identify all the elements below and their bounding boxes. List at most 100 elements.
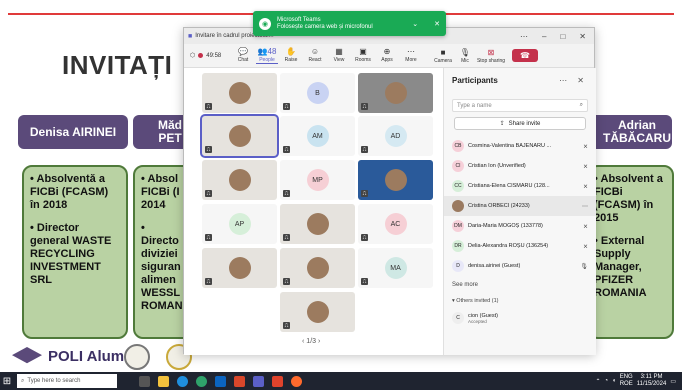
volume-icon[interactable]: ◖ bbox=[612, 378, 616, 384]
video-tile[interactable]: ⎍ bbox=[280, 204, 355, 244]
network-icon[interactable]: ◔ bbox=[604, 378, 608, 384]
mic-muted-icon: ⎍ bbox=[205, 278, 212, 285]
mic-button[interactable]: 🎙 Mic bbox=[454, 48, 476, 64]
video-tile[interactable]: ⎍ bbox=[280, 292, 355, 332]
see-more-link[interactable]: See more bbox=[444, 276, 596, 294]
participant-row[interactable]: CB Cosmina-Valentina BĂJENARU ... ⨯ bbox=[444, 136, 596, 156]
tray-chevron-icon[interactable]: ⌃ bbox=[595, 378, 600, 385]
participant-list: CB Cosmina-Valentina BĂJENARU ... ⨯ CI Crist… bbox=[444, 136, 596, 276]
video-tile[interactable]: ⎍ bbox=[280, 248, 355, 288]
video-tile[interactable]: ⎍ bbox=[358, 73, 433, 113]
avatar: MP bbox=[306, 169, 329, 191]
participant-row[interactable]: Ddenisa.airinei (Guest) 🎙 bbox=[444, 256, 596, 276]
video-tile[interactable]: AP ⎍ bbox=[202, 204, 277, 244]
tool-apps-button[interactable]: ⊕ Apps bbox=[376, 47, 398, 64]
meeting-timer: 49:58 bbox=[206, 52, 222, 59]
gallery-pager[interactable]: ‹ 1/3 › bbox=[302, 338, 320, 345]
avatar bbox=[384, 82, 407, 104]
file-explorer-icon[interactable] bbox=[158, 375, 169, 387]
leave-button[interactable]: ☎ bbox=[512, 49, 538, 62]
invited-participant[interactable]: C cion (Guest) Accepted bbox=[444, 308, 596, 328]
tool-view-button[interactable]: ▦ View bbox=[328, 47, 350, 64]
video-tile[interactable]: ⎍ bbox=[200, 114, 279, 158]
avatar bbox=[228, 82, 251, 104]
video-tile[interactable]: B ⎍ bbox=[280, 73, 355, 113]
avatar bbox=[384, 169, 407, 191]
participant-name: Daria-Maria MOGOȘ (133778) bbox=[468, 223, 543, 229]
taskbar-search-placeholder: Type here to search bbox=[27, 378, 81, 384]
video-tile[interactable]: AD ⎍ bbox=[358, 116, 433, 156]
tool-more-button[interactable]: ⋯ More bbox=[400, 47, 422, 64]
mic-muted-icon: ⨯ bbox=[582, 243, 588, 250]
guest-info-2-line-1: • Absol FICBi (I 2014 bbox=[141, 173, 180, 211]
camera-button[interactable]: ■ Camera bbox=[432, 48, 454, 64]
edge-icon[interactable] bbox=[177, 375, 188, 387]
task-view-icon[interactable] bbox=[139, 375, 150, 387]
lang-code: ENG bbox=[619, 374, 633, 380]
stop-sharing-button[interactable]: ⊠ Stop sharing bbox=[476, 48, 506, 64]
video-tile[interactable]: AC ⎍ bbox=[358, 204, 433, 244]
avatar: CC bbox=[452, 180, 464, 192]
record-indicator-icon bbox=[198, 53, 204, 58]
participant-row[interactable]: DM Daria-Maria MOGOȘ (133778) ⨯ bbox=[444, 216, 596, 236]
more-icon[interactable]: ⋯ bbox=[520, 32, 528, 41]
guest-info-1-line-1: • Absolventă a FICBi (FCASM) în 2018 bbox=[30, 173, 109, 211]
tool-chat-button[interactable]: 💬 Chat bbox=[232, 47, 254, 64]
more-icon[interactable]: ⋯ bbox=[582, 203, 588, 210]
tool-label: Chat bbox=[237, 57, 249, 63]
participant-name: Delia-Alexandra ROȘU (136254) bbox=[468, 243, 549, 249]
taskbar-search-input[interactable]: ⌕ Type here to search bbox=[17, 374, 117, 388]
tool-label: Apps bbox=[381, 57, 393, 63]
guest-info-2-line-2: • Directo diviziei siguran alimen WESSL … bbox=[141, 222, 183, 312]
participant-name: Cosmina-Valentina BĂJENARU ... bbox=[468, 143, 552, 149]
chevron-right-icon[interactable]: › bbox=[318, 338, 320, 345]
video-tile[interactable]: ⎍ bbox=[358, 160, 433, 200]
windows-start-icon[interactable]: ⊞ bbox=[0, 372, 14, 390]
clock[interactable]: 3:11 PM 11/15/2024 bbox=[637, 374, 667, 388]
notification-icon[interactable]: ▭ bbox=[670, 378, 676, 385]
guest-info-1-line-2: • Director general WASTE RECYCLING INVES… bbox=[30, 222, 112, 286]
firefox-icon[interactable] bbox=[291, 375, 302, 387]
participant-row[interactable]: Cristina ORBECI (24233) ⋯ bbox=[444, 196, 596, 216]
teams-icon[interactable] bbox=[253, 375, 264, 387]
participant-row[interactable]: DR Delia-Alexandra ROȘU (136254) ⨯ bbox=[444, 236, 596, 256]
participant-search-input[interactable]: Type a name ⌕ bbox=[452, 99, 588, 112]
video-tile[interactable]: ⎍ bbox=[202, 73, 277, 113]
participant-row[interactable]: CC Cristiana-Elena CISMARU (128... ⨯ bbox=[444, 176, 596, 196]
chevron-left-icon[interactable]: ‹ bbox=[302, 338, 304, 345]
close-icon[interactable]: ✕ bbox=[434, 20, 440, 28]
lang-indicator[interactable]: ENG ROE bbox=[620, 374, 633, 388]
minimize-icon[interactable]: – bbox=[542, 32, 546, 41]
powerpoint-icon[interactable] bbox=[234, 375, 245, 387]
close-icon[interactable]: ✕ bbox=[579, 32, 586, 41]
others-invited-toggle[interactable]: ▾ Others invited (1) bbox=[444, 294, 596, 308]
chrome-icon[interactable] bbox=[196, 375, 207, 387]
poli-alumni-logo: POLI Alumni bbox=[12, 347, 137, 365]
video-tile[interactable]: ⎍ bbox=[202, 160, 277, 200]
mic-muted-icon: 🎙 bbox=[580, 263, 588, 270]
tool-react-button[interactable]: ☺ React bbox=[304, 47, 326, 64]
tool-people-button[interactable]: 👥48 People bbox=[256, 47, 278, 64]
chevron-down-icon[interactable]: ⌄ bbox=[412, 20, 418, 28]
view-icon: ▦ bbox=[335, 47, 343, 56]
video-tile[interactable]: ⎍ bbox=[202, 248, 277, 288]
video-tile[interactable]: MA ⎍ bbox=[358, 248, 433, 288]
avatar: AC bbox=[384, 213, 407, 235]
panel-close-icon[interactable]: ⋯ ✕ bbox=[559, 76, 588, 85]
mic-icon: 🎙 bbox=[459, 47, 471, 57]
outlook-icon[interactable] bbox=[215, 375, 226, 387]
recording-timer: ⬡ 49:58 bbox=[190, 52, 232, 60]
pinned-apps bbox=[139, 375, 302, 387]
tool-rooms-button[interactable]: ▣ Rooms bbox=[352, 47, 374, 64]
tool-label: Raise bbox=[284, 57, 298, 63]
share-invite-button[interactable]: ⇪ Share invite bbox=[454, 117, 586, 130]
tool-raise-button[interactable]: ✋ Raise bbox=[280, 47, 302, 64]
app-icon[interactable] bbox=[272, 375, 283, 387]
participant-name: Cristian Ion (Unverified) bbox=[468, 163, 526, 169]
search-icon: ⌕ bbox=[579, 102, 583, 108]
participant-row[interactable]: CI Cristian Ion (Unverified) ⨯ bbox=[444, 156, 596, 176]
video-tile[interactable]: AM ⎍ bbox=[280, 116, 355, 156]
maximize-icon[interactable]: □ bbox=[560, 32, 565, 41]
teams-notification[interactable]: ◉ Microsoft Teams Folosește camera web ș… bbox=[253, 11, 446, 36]
video-tile[interactable]: MP ⎍ bbox=[280, 160, 355, 200]
